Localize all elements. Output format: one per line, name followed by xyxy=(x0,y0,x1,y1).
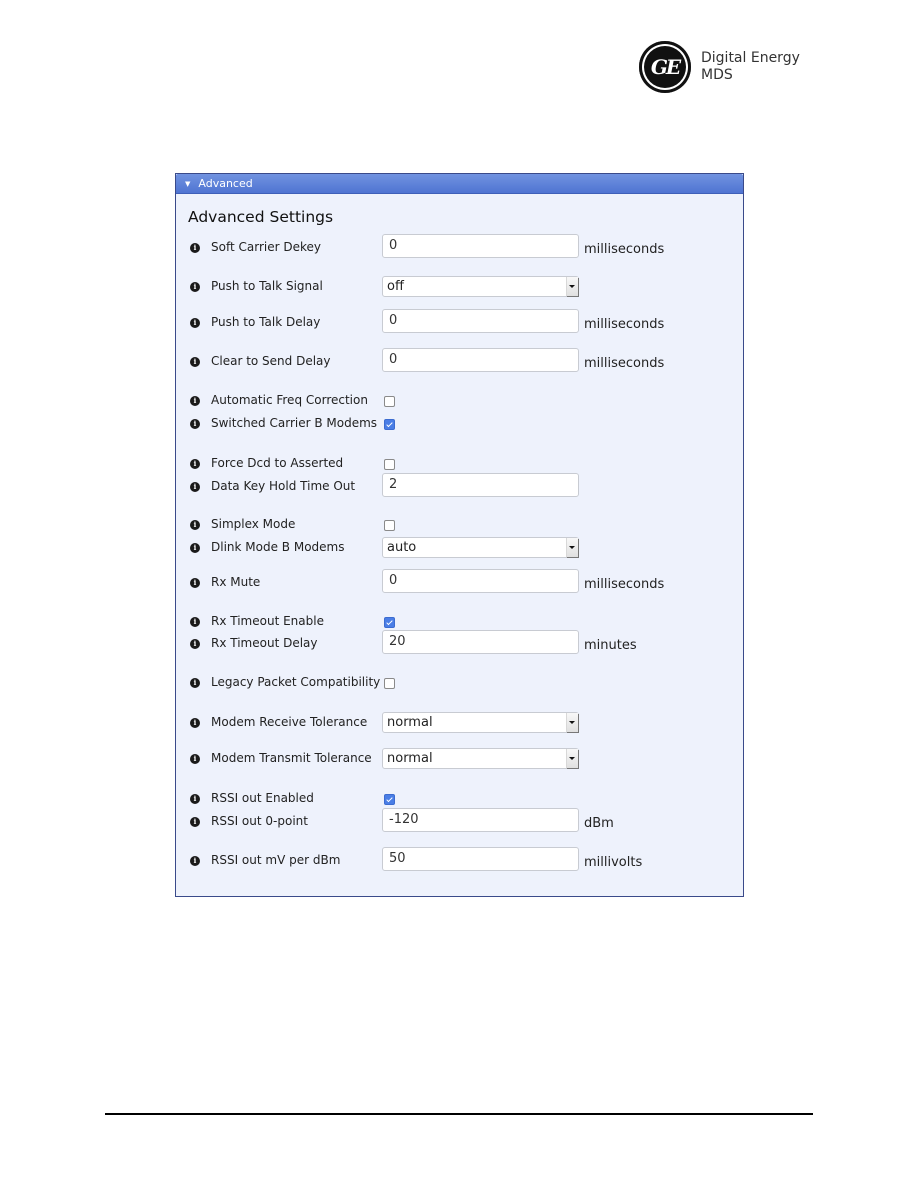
info-icon[interactable]: i xyxy=(190,419,200,429)
rssi-out-enabled-checkbox[interactable] xyxy=(384,794,395,805)
rssi-out-0-point-input[interactable]: -120 xyxy=(382,808,579,832)
logo-text: Digital Energy MDS xyxy=(701,50,800,84)
footer-divider xyxy=(105,1113,813,1115)
ge-digital-energy-logo: GE Digital Energy MDS xyxy=(639,40,800,94)
setting-label: RSSI out Enabled xyxy=(211,791,314,805)
setting-label: Simplex Mode xyxy=(211,517,296,531)
info-icon[interactable]: i xyxy=(190,282,200,292)
rx-mute-input[interactable]: 0 xyxy=(382,569,579,593)
dropdown-arrow-icon[interactable] xyxy=(566,538,578,557)
info-icon[interactable]: i xyxy=(190,482,200,492)
rssi-out-mv-per-dbm-input[interactable]: 50 xyxy=(382,847,579,871)
switched-carrier-b-modems-checkbox[interactable] xyxy=(384,419,395,430)
logo-line-1: Digital Energy xyxy=(701,50,800,66)
setting-label: RSSI out mV per dBm xyxy=(211,853,341,867)
unit-label: minutes xyxy=(584,638,637,653)
panel-header-label: Advanced xyxy=(198,177,253,190)
soft-carrier-dekey-input[interactable]: 0 xyxy=(382,234,579,258)
info-icon[interactable]: i xyxy=(190,357,200,367)
info-icon[interactable]: i xyxy=(190,318,200,328)
logo-line-2: MDS xyxy=(701,67,733,83)
simplex-mode-checkbox[interactable] xyxy=(384,520,395,531)
info-icon[interactable]: i xyxy=(190,243,200,253)
info-icon[interactable]: i xyxy=(190,543,200,553)
setting-label: Rx Mute xyxy=(211,575,261,589)
advanced-panel-header[interactable]: ▼ Advanced xyxy=(176,174,743,194)
select-value: off xyxy=(387,279,404,294)
info-icon[interactable]: i xyxy=(190,817,200,827)
setting-label: Push to Talk Signal xyxy=(211,279,323,293)
unit-label: milliseconds xyxy=(584,242,665,257)
advanced-panel: ▼ Advanced Advanced Settings i Soft Carrie… xyxy=(175,173,744,897)
info-icon[interactable]: i xyxy=(190,718,200,728)
info-icon[interactable]: i xyxy=(190,678,200,688)
info-icon[interactable]: i xyxy=(190,459,200,469)
select-value: auto xyxy=(387,540,417,555)
setting-label: Clear to Send Delay xyxy=(211,354,331,368)
push-to-talk-delay-input[interactable]: 0 xyxy=(382,309,579,333)
setting-label: Rx Timeout Enable xyxy=(211,614,324,628)
dropdown-arrow-icon[interactable] xyxy=(566,749,578,768)
unit-label: milliseconds xyxy=(584,577,665,592)
info-icon[interactable]: i xyxy=(190,639,200,649)
info-icon[interactable]: i xyxy=(190,856,200,866)
setting-label: Rx Timeout Delay xyxy=(211,636,318,650)
info-icon[interactable]: i xyxy=(190,754,200,764)
dropdown-arrow-icon[interactable] xyxy=(566,713,578,732)
info-icon[interactable]: i xyxy=(190,794,200,804)
ge-monogram-icon: GE xyxy=(639,41,691,93)
info-icon[interactable]: i xyxy=(190,520,200,530)
modem-receive-tolerance-select[interactable]: normal xyxy=(382,712,579,733)
setting-label: Force Dcd to Asserted xyxy=(211,456,344,470)
dropdown-arrow-icon[interactable] xyxy=(566,277,578,296)
info-icon[interactable]: i xyxy=(190,617,200,627)
unit-label: millivolts xyxy=(584,855,643,870)
info-icon[interactable]: i xyxy=(190,396,200,406)
select-value: normal xyxy=(387,751,433,766)
modem-transmit-tolerance-select[interactable]: normal xyxy=(382,748,579,769)
collapse-caret-icon[interactable]: ▼ xyxy=(185,180,190,188)
force-dcd-to-asserted-checkbox[interactable] xyxy=(384,459,395,470)
legacy-packet-compatibility-checkbox[interactable] xyxy=(384,678,395,689)
setting-label: Soft Carrier Dekey xyxy=(211,240,321,254)
info-icon[interactable]: i xyxy=(190,578,200,588)
page-title: Advanced Settings xyxy=(188,208,334,226)
clear-to-send-delay-input[interactable]: 0 xyxy=(382,348,579,372)
unit-label: milliseconds xyxy=(584,317,665,332)
data-key-hold-time-out-input[interactable]: 2 xyxy=(382,473,579,497)
setting-label: Automatic Freq Correction xyxy=(211,393,368,407)
setting-label: Push to Talk Delay xyxy=(211,315,321,329)
setting-label: Data Key Hold Time Out xyxy=(211,479,356,493)
push-to-talk-signal-select[interactable]: off xyxy=(382,276,579,297)
setting-label: Modem Receive Tolerance xyxy=(211,715,368,729)
select-value: normal xyxy=(387,715,433,730)
unit-label: milliseconds xyxy=(584,356,665,371)
setting-label: Switched Carrier B Modems xyxy=(211,416,378,430)
setting-label: Legacy Packet Compatibility xyxy=(211,675,381,689)
unit-label: dBm xyxy=(584,816,614,831)
rx-timeout-delay-input[interactable]: 20 xyxy=(382,630,579,654)
setting-label: RSSI out 0-point xyxy=(211,814,308,828)
setting-label: Dlink Mode B Modems xyxy=(211,540,345,554)
dlink-mode-b-modems-select[interactable]: auto xyxy=(382,537,579,558)
rx-timeout-enable-checkbox[interactable] xyxy=(384,617,395,628)
automatic-freq-correction-checkbox[interactable] xyxy=(384,396,395,407)
setting-label: Modem Transmit Tolerance xyxy=(211,751,372,765)
